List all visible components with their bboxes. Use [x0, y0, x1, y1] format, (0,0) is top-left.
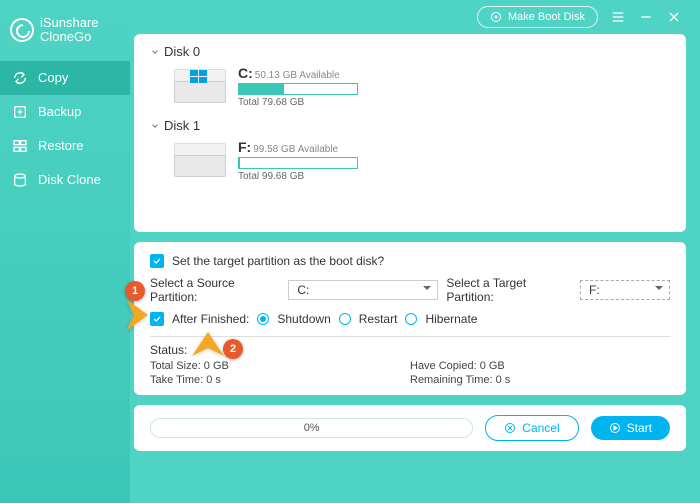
- status-remaining: Remaining Time: 0 s: [410, 373, 670, 387]
- radio-restart[interactable]: [339, 313, 351, 325]
- sidebar-item-label: Restore: [38, 138, 84, 153]
- source-label: Select a Source Partition:: [150, 276, 280, 304]
- status-have-copied: Have Copied: 0 GB: [410, 359, 670, 373]
- radio-hibernate-label: Hibernate: [425, 312, 477, 326]
- disk-0-name: Disk 0: [164, 44, 200, 59]
- restore-icon: [12, 138, 28, 154]
- sidebar-item-label: Disk Clone: [38, 172, 101, 187]
- sidebar-item-disk-clone[interactable]: Disk Clone: [0, 163, 130, 197]
- chevron-down-icon: [150, 47, 160, 57]
- disk-0-partition[interactable]: C:50.13 GB Available Total 79.68 GB: [150, 61, 670, 116]
- progress-panel: 0% Cancel Start: [134, 405, 686, 451]
- options-panel: Set the target partition as the boot dis…: [134, 242, 686, 395]
- arrow-1: [122, 297, 156, 338]
- callout-1: 1: [125, 281, 145, 301]
- partition-letter: C:: [238, 65, 253, 81]
- disks-panel: Disk 0 C:50.13 GB Available Total 79.68 …: [134, 34, 686, 232]
- close-icon[interactable]: [666, 9, 682, 25]
- boot-checkbox[interactable]: [150, 254, 164, 268]
- cancel-button[interactable]: Cancel: [485, 415, 578, 441]
- boot-checkbox-label: Set the target partition as the boot dis…: [172, 254, 384, 268]
- radio-hibernate[interactable]: [405, 313, 417, 325]
- callout-2: 2: [223, 339, 243, 359]
- disk-1-partition[interactable]: F:99.58 GB Available Total 99.68 GB: [150, 135, 670, 190]
- progress-percent: 0%: [304, 422, 320, 434]
- partition-available: 99.58 GB Available: [253, 144, 338, 155]
- radio-shutdown-label: Shutdown: [277, 312, 330, 326]
- partition-total: Total 99.68 GB: [238, 171, 358, 182]
- topbar: Make Boot Disk: [134, 6, 686, 34]
- start-button[interactable]: Start: [591, 416, 670, 440]
- logo-icon: [10, 18, 34, 42]
- sidebar-item-label: Copy: [38, 70, 68, 85]
- brand-line2: CloneGo: [40, 30, 99, 44]
- sidebar-item-restore[interactable]: Restore: [0, 129, 130, 163]
- radio-restart-label: Restart: [359, 312, 398, 326]
- disk-0-header[interactable]: Disk 0: [150, 42, 670, 61]
- disk-1-header[interactable]: Disk 1: [150, 116, 670, 135]
- usage-bar: [238, 83, 358, 95]
- arrow-2: [190, 326, 226, 365]
- start-icon: [609, 422, 621, 434]
- make-boot-disk-button[interactable]: Make Boot Disk: [477, 6, 598, 28]
- partition-total: Total 79.68 GB: [238, 97, 358, 108]
- make-boot-label: Make Boot Disk: [508, 11, 585, 23]
- progress-bar: 0%: [150, 418, 473, 438]
- target-partition-select[interactable]: F:: [580, 280, 670, 300]
- partition-available: 50.13 GB Available: [255, 70, 340, 81]
- target-label: Select a Target Partition:: [446, 276, 572, 304]
- status-take-time: Take Time: 0 s: [150, 373, 410, 387]
- disk-clone-icon: [12, 172, 28, 188]
- sidebar: iSunshare CloneGo Copy Backup Restore Di…: [0, 0, 130, 503]
- radio-shutdown[interactable]: [257, 313, 269, 325]
- drive-icon: [174, 143, 226, 179]
- sidebar-item-backup[interactable]: Backup: [0, 95, 130, 129]
- minimize-icon[interactable]: [638, 9, 654, 25]
- disk-1-name: Disk 1: [164, 118, 200, 133]
- source-partition-select[interactable]: C:: [288, 280, 438, 300]
- menu-icon[interactable]: [610, 9, 626, 25]
- backup-icon: [12, 104, 28, 120]
- chevron-down-icon: [150, 121, 160, 131]
- after-finished-label: After Finished:: [172, 312, 249, 326]
- brand-line1: iSunshare: [40, 16, 99, 30]
- disc-icon: [490, 11, 502, 23]
- copy-icon: [12, 70, 28, 86]
- sidebar-item-label: Backup: [38, 104, 81, 119]
- sidebar-item-copy[interactable]: Copy: [0, 61, 130, 95]
- partition-letter: F:: [238, 139, 251, 155]
- main-area: Make Boot Disk Disk 0 C:50.13 GB Availab…: [130, 0, 700, 503]
- usage-bar: [238, 157, 358, 169]
- app-logo: iSunshare CloneGo: [0, 10, 130, 61]
- drive-icon: [174, 69, 226, 105]
- status-total-size: Total Size: 0 GB: [150, 359, 410, 373]
- cancel-icon: [504, 422, 516, 434]
